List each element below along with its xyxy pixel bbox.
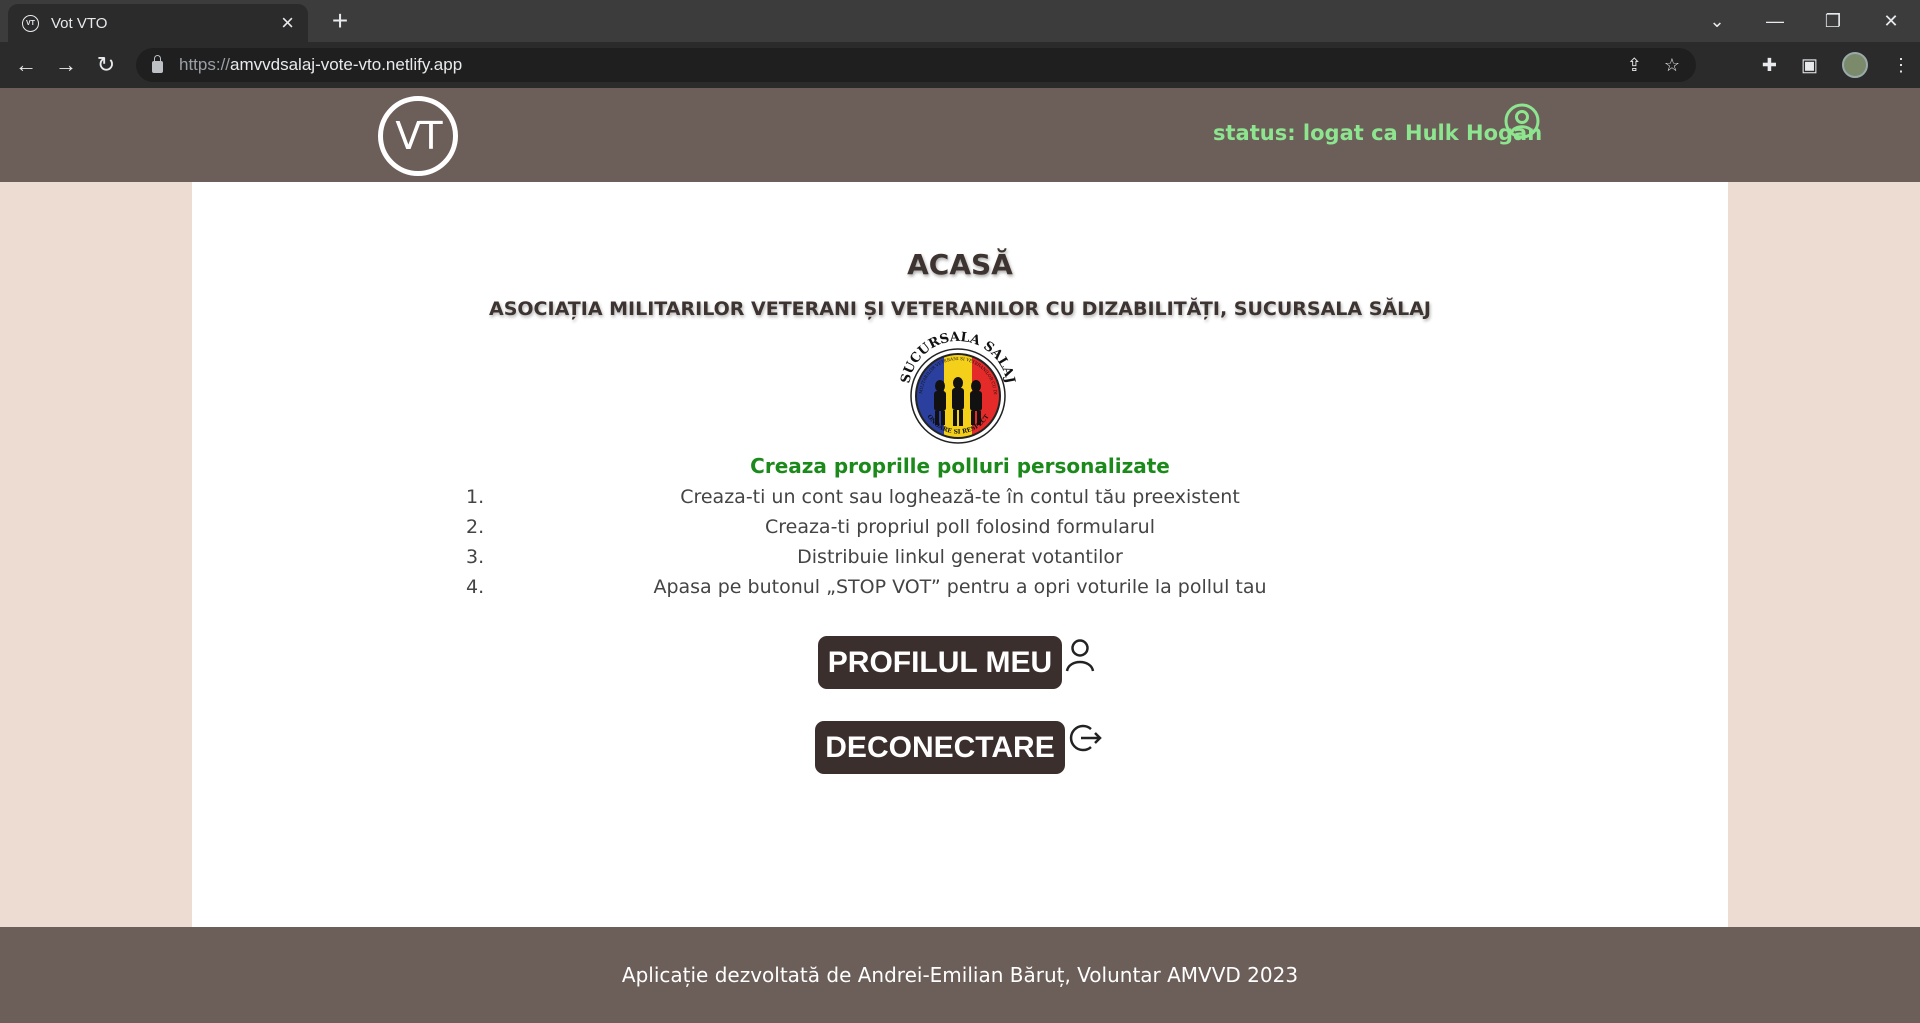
step-number: 3.	[466, 546, 485, 568]
url-host: amvvdsalaj-vote-vto.netlify.app	[230, 55, 463, 74]
menu-kebab-icon[interactable]: ⋮	[1892, 55, 1910, 76]
tab-close-icon[interactable]: ×	[281, 12, 294, 34]
step-text: Distribuie linkul generat votantilor	[797, 546, 1123, 568]
tab-search-icon[interactable]: ⌄	[1688, 11, 1746, 32]
side-panel-icon[interactable]: ▣	[1801, 55, 1818, 76]
login-status: status: logat ca Hulk Hogan	[1213, 121, 1543, 145]
step-text: Apasa pe butonul „STOP VOT” pentru a opr…	[653, 576, 1267, 598]
site-logo[interactable]: VT	[378, 96, 458, 176]
url-scheme: https://	[179, 55, 231, 74]
step-text: Creaza-ti un cont sau loghează-te în con…	[680, 486, 1240, 508]
list-item: 3. Distribuie linkul generat votantilor	[192, 542, 1728, 572]
close-window-button[interactable]: ✕	[1862, 11, 1920, 32]
address-bar[interactable]: https://amvvdsalaj-vote-vto.netlify.app …	[136, 48, 1696, 82]
list-item: 4. Apasa pe butonul „STOP VOT” pentru a o…	[192, 572, 1728, 602]
step-number: 2.	[466, 516, 485, 538]
forward-button[interactable]: →	[46, 52, 86, 78]
browser-tab[interactable]: VT Vot VTO ×	[8, 4, 308, 42]
lock-icon[interactable]	[152, 55, 163, 73]
url-text: https://amvvdsalaj-vote-vto.netlify.app	[179, 55, 462, 75]
footer-credit: Aplicație dezvoltată de Andrei-Emilian B…	[621, 963, 1299, 987]
organization-emblem: SUCURSALA SALAJ ASOCIATIA MILITARILOR VE…	[895, 328, 1018, 451]
logout-icon[interactable]	[1067, 720, 1103, 756]
profile-avatar[interactable]	[1842, 52, 1868, 78]
restore-button[interactable]: ❐	[1804, 11, 1862, 32]
profile-button[interactable]: PROFILUL MEU	[818, 636, 1062, 689]
tab-favicon-icon: VT	[22, 14, 39, 32]
site-footer: Aplicație dezvoltată de Andrei-Emilian B…	[0, 927, 1920, 1023]
list-item: 1. Creaza-ti un cont sau loghează-te în c…	[192, 482, 1728, 512]
window-controls: ⌄ — ❐ ✕	[1688, 0, 1920, 42]
step-text: Creaza-ti propriul poll folosind formula…	[764, 516, 1156, 538]
extensions-icon[interactable]: ✚	[1762, 55, 1777, 76]
logout-button[interactable]: DECONECTARE	[815, 721, 1065, 774]
bookmark-star-icon[interactable]: ☆	[1664, 55, 1680, 76]
toolbar-right: ✚ ▣ ⋮	[1762, 42, 1910, 88]
page-title: ACASĂ	[907, 248, 1013, 281]
organization-name: ASOCIAȚIA MILITARILOR VETERANI ȘI VETERA…	[489, 298, 1431, 320]
step-number: 1.	[466, 486, 485, 508]
new-tab-button[interactable]: +	[325, 5, 355, 36]
site-header: VT status: logat ca Hulk Hogan	[0, 88, 1920, 182]
step-number: 4.	[466, 576, 485, 598]
share-icon[interactable]: ⇪	[1627, 55, 1642, 76]
tab-title: Vot VTO	[51, 14, 108, 32]
person-icon[interactable]	[1064, 637, 1096, 673]
back-button[interactable]: ←	[6, 52, 46, 78]
reload-button[interactable]: ↻	[86, 52, 126, 78]
main-content: ACASĂ ASOCIAȚIA MILITARILOR VETERANI ȘI …	[192, 182, 1728, 927]
steps-list: 1. Creaza-ti un cont sau loghează-te în c…	[192, 482, 1728, 602]
user-circle-icon[interactable]	[1504, 103, 1540, 139]
web-page: VT status: logat ca Hulk Hogan ACASĂ ASO…	[0, 88, 1920, 1023]
list-item: 2. Creaza-ti propriul poll folosind formu…	[192, 512, 1728, 542]
browser-toolbar: ← → ↻ https://amvvdsalaj-vote-vto.netlif…	[0, 42, 1920, 88]
steps-heading: Creaza proprille polluri personalizate	[750, 454, 1170, 478]
minimize-button[interactable]: —	[1746, 11, 1804, 32]
browser-tabbar: VT Vot VTO × + ⌄ — ❐ ✕	[0, 0, 1920, 42]
